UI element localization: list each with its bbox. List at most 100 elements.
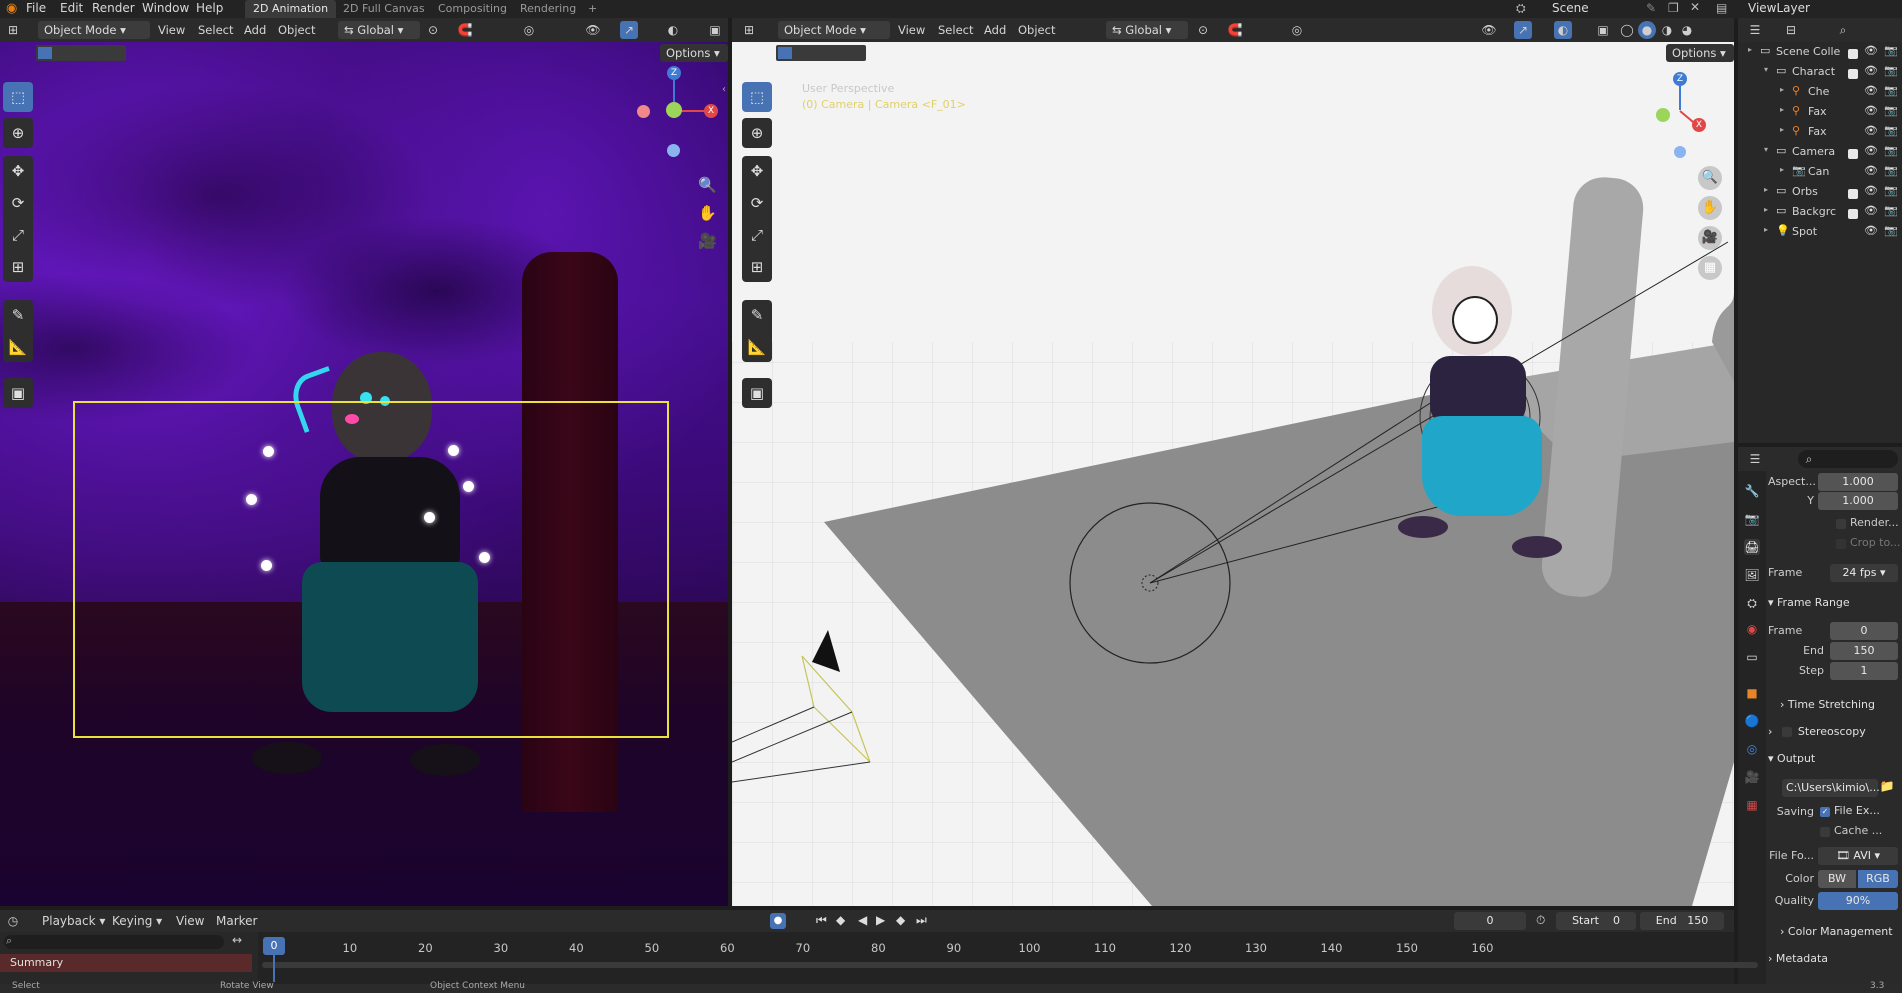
- start-frame-field[interactable]: Start 0: [1556, 912, 1636, 930]
- object-tab-icon[interactable]: ■: [1744, 685, 1760, 701]
- end-frame-field[interactable]: End 150: [1640, 912, 1724, 930]
- expand-arrow-icon[interactable]: ▾: [1764, 65, 1768, 74]
- pin-icon[interactable]: ✎: [1646, 1, 1656, 15]
- proportional-edit-icon[interactable]: ◎: [520, 21, 538, 39]
- frame-start-field[interactable]: 0: [1830, 622, 1898, 640]
- exclude-checkbox[interactable]: [1848, 67, 1858, 80]
- eye-icon[interactable]: 👁: [1864, 164, 1878, 177]
- wireframe-shading-icon[interactable]: ◯: [1618, 21, 1636, 39]
- tab-compositing[interactable]: Compositing: [430, 0, 515, 18]
- expand-arrow-icon[interactable]: ▸: [1780, 165, 1784, 174]
- right-editor-type-icon[interactable]: ⊞: [740, 21, 758, 39]
- overlay-icon[interactable]: ◐: [664, 21, 682, 39]
- add-cube-tool-icon[interactable]: ▣: [3, 378, 33, 408]
- quality-slider[interactable]: 90%: [1818, 892, 1898, 910]
- outliner-row[interactable]: ▾ ▭ Camera 👁 📷: [1738, 142, 1902, 162]
- gizmo-x-icon[interactable]: X: [704, 104, 718, 118]
- perspective-viewport[interactable]: User Perspective (0) Camera | Camera <F_…: [732, 42, 1734, 906]
- menu-help[interactable]: Help: [196, 1, 223, 15]
- playback-menu[interactable]: Playback ▾: [42, 914, 105, 928]
- right-pivot-icon[interactable]: ⊙: [1194, 21, 1212, 39]
- rotate-tool-icon[interactable]: ⟳: [3, 188, 33, 218]
- right-select-box-tool-icon[interactable]: ⬚: [742, 82, 772, 112]
- gizmo-y-icon[interactable]: [666, 102, 682, 118]
- pan-hand-icon[interactable]: ✋: [698, 204, 717, 222]
- outliner-row[interactable]: ▾ ▭ Charact 👁 📷: [1738, 62, 1902, 82]
- right-gizmo-toggle-icon[interactable]: ↗: [1514, 21, 1532, 39]
- right-gizmo-x-icon[interactable]: X: [1692, 118, 1706, 132]
- expand-arrow-icon[interactable]: ▸: [1780, 85, 1784, 94]
- file-format-select[interactable]: 🎞 AVI ▾: [1818, 847, 1898, 865]
- right-nav-gizmo[interactable]: Z X: [1652, 70, 1732, 160]
- outliner-row[interactable]: ▸ ⚲ Fax 👁 📷: [1738, 122, 1902, 142]
- selection-mode-buttons[interactable]: [36, 45, 126, 61]
- zoom-icon[interactable]: 🔍: [698, 176, 717, 194]
- right-menu-object[interactable]: Object: [1018, 23, 1055, 37]
- right-xray-icon[interactable]: ▣: [1594, 21, 1612, 39]
- right-ortho-icon[interactable]: ▦: [1698, 256, 1722, 280]
- record-icon[interactable]: ●: [770, 913, 786, 929]
- expand-arrow-icon[interactable]: ▾: [1764, 145, 1768, 154]
- gizmo-z-icon[interactable]: Z: [667, 66, 681, 80]
- timeline-view-menu[interactable]: View: [176, 914, 204, 928]
- output-tab-icon[interactable]: 🖨: [1744, 539, 1760, 555]
- right-gizmo-y-icon[interactable]: [1656, 108, 1670, 122]
- play-reverse-icon[interactable]: ◀: [858, 913, 867, 927]
- aspect-y-field[interactable]: 1.000: [1818, 492, 1898, 510]
- jump-end-icon[interactable]: ⏭: [916, 913, 927, 928]
- scene-name[interactable]: Scene: [1552, 1, 1589, 15]
- render-camera-icon[interactable]: 📷: [1884, 204, 1898, 217]
- scale-tool-icon[interactable]: ⤢: [3, 220, 33, 250]
- color-bw-button[interactable]: BW: [1818, 870, 1856, 888]
- prev-keyframe-icon[interactable]: ◆: [836, 913, 845, 927]
- right-cursor-tool-icon[interactable]: ⊕: [742, 118, 772, 148]
- right-zoom-icon[interactable]: 🔍: [1698, 166, 1722, 190]
- outliner-row[interactable]: ▸ 💡 Spot 👁 📷: [1738, 222, 1902, 242]
- left-menu-view[interactable]: View: [158, 23, 185, 37]
- gizmo-toggle-icon[interactable]: ↗: [620, 21, 638, 39]
- frame-range-panel-header[interactable]: ▾ Frame Range: [1768, 593, 1902, 613]
- camera-viewport[interactable]: Z X 🔍 ✋ 🎥 ‹: [0, 42, 728, 906]
- camera-view-icon[interactable]: 🎥: [698, 232, 717, 250]
- color-rgb-button[interactable]: RGB: [1858, 870, 1898, 888]
- delete-scene-icon[interactable]: ✕: [1690, 0, 1700, 14]
- render-camera-icon[interactable]: 📷: [1884, 164, 1898, 177]
- outliner-row[interactable]: ▸ ▭ Scene Colle 👁 📷: [1738, 42, 1902, 62]
- render-camera-icon[interactable]: 📷: [1884, 64, 1898, 77]
- expand-arrow-icon[interactable]: ▸: [1764, 225, 1768, 234]
- file-extension-checkbox[interactable]: ✓: [1820, 807, 1830, 817]
- stereoscopy-panel-header[interactable]: › Stereoscopy: [1768, 722, 1902, 742]
- frame-end-field[interactable]: 150: [1830, 642, 1898, 660]
- measure-tool-icon[interactable]: 📐: [3, 332, 33, 362]
- render-region-checkbox[interactable]: [1836, 519, 1846, 529]
- timeline-scrollbar[interactable]: [262, 962, 1758, 968]
- right-select-set-icon[interactable]: [778, 47, 792, 59]
- editor-type-icon[interactable]: ⊞: [4, 21, 22, 39]
- frame-rate-select[interactable]: 24 fps ▾: [1830, 564, 1898, 582]
- eye-icon[interactable]: 👁: [1864, 44, 1878, 57]
- pivot-icon[interactable]: ⊙: [424, 21, 442, 39]
- eye-icon[interactable]: 👁: [1864, 224, 1878, 237]
- viewlayer-icon[interactable]: ▤: [1716, 1, 1727, 15]
- exclude-checkbox[interactable]: [1848, 207, 1858, 220]
- right-transform-tool-icon[interactable]: ⊞: [742, 252, 772, 282]
- solid-shading-icon[interactable]: ●: [1638, 21, 1656, 39]
- render-camera-icon[interactable]: 📷: [1884, 84, 1898, 97]
- outliner-row[interactable]: ▸ ⚲ Fax 👁 📷: [1738, 102, 1902, 122]
- tab-2d-animation[interactable]: 2D Animation: [245, 0, 337, 18]
- left-orientation-select[interactable]: ⇆ Global ▾: [338, 21, 420, 39]
- eye-icon[interactable]: 👁: [1864, 144, 1878, 157]
- move-tool-icon[interactable]: ✥: [3, 156, 33, 186]
- rendered-shading-icon[interactable]: ◕: [1678, 21, 1696, 39]
- next-keyframe-icon[interactable]: ◆: [896, 913, 905, 927]
- transform-tool-icon[interactable]: ⊞: [3, 252, 33, 282]
- outliner-row[interactable]: ▸ ▭ Orbs 👁 📷: [1738, 182, 1902, 202]
- outliner-editor-type-icon[interactable]: ☰: [1746, 21, 1764, 39]
- collection-tab-icon[interactable]: ▭: [1744, 649, 1760, 665]
- collapse-arrow-icon[interactable]: ‹: [722, 84, 726, 95]
- tab-2d-full-canvas[interactable]: 2D Full Canvas: [335, 0, 433, 18]
- right-rotate-tool-icon[interactable]: ⟳: [742, 188, 772, 218]
- texture-tab-icon[interactable]: ▦: [1744, 797, 1760, 813]
- left-mode-select[interactable]: Object Mode ▾: [38, 21, 150, 39]
- crop-checkbox[interactable]: [1836, 539, 1846, 549]
